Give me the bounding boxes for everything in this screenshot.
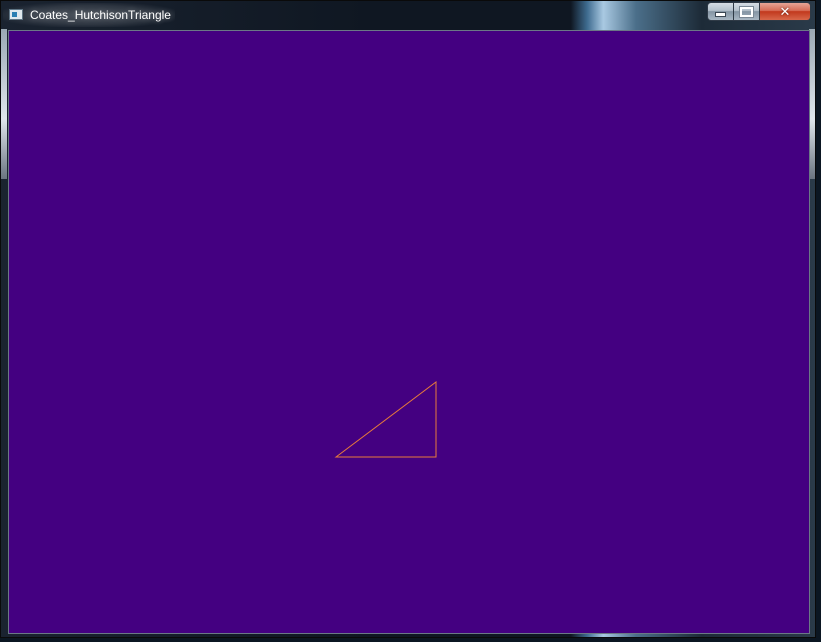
window-frame-left-highlight bbox=[1, 29, 7, 179]
maximize-icon bbox=[739, 5, 754, 18]
minimize-button[interactable] bbox=[707, 2, 734, 21]
app-window: Coates_HutchisonTriangle ✕ bbox=[0, 0, 816, 638]
hutchison-triangle bbox=[334, 381, 437, 458]
canvas-drawing bbox=[334, 381, 437, 458]
minimize-icon bbox=[715, 12, 726, 17]
render-canvas[interactable] bbox=[8, 30, 810, 634]
application-window-icon[interactable] bbox=[9, 9, 23, 20]
close-icon: ✕ bbox=[779, 4, 791, 19]
window-title: Coates_HutchisonTriangle bbox=[30, 8, 171, 22]
caption-buttons: ✕ bbox=[707, 2, 811, 21]
title-bar[interactable]: Coates_HutchisonTriangle ✕ bbox=[1, 1, 815, 29]
maximize-button[interactable] bbox=[734, 2, 760, 21]
close-button[interactable]: ✕ bbox=[760, 2, 811, 21]
